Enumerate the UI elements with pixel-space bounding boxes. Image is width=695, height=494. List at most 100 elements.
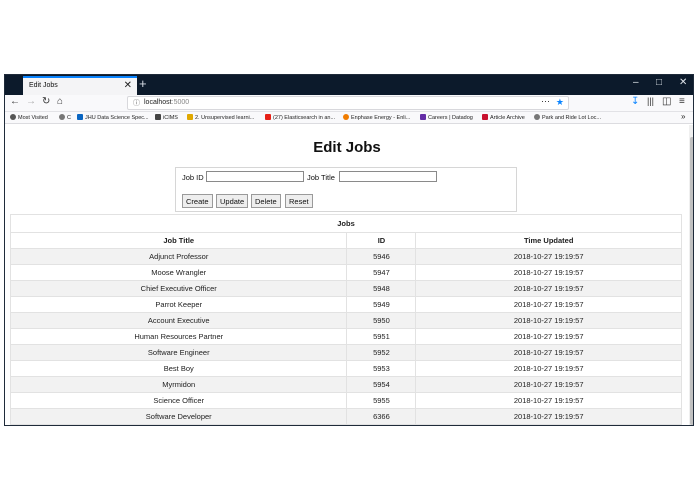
column-header-job-title[interactable]: Job Title [9,232,348,249]
downloads-icon[interactable]: ↧ [631,96,639,107]
table-row[interactable]: Best Boy 5953 2018-10-27 19:19:57 [9,360,682,377]
globe-icon [534,114,540,120]
maximize-icon[interactable]: □ [656,77,662,88]
reset-button[interactable]: Reset [285,194,313,208]
cell-time-updated: 2018-10-27 19:19:57 [415,392,682,409]
vertical-scrollbar[interactable] [689,125,693,425]
cell-id: 5950 [346,312,417,329]
cell-time-updated: 2018-10-27 19:19:57 [415,296,682,313]
tab-title: Edit Jobs [29,82,58,89]
page-title: Edit Jobs [313,139,381,156]
job-id-label: Job ID [182,173,204,182]
cell-id: 5946 [346,248,417,265]
bookmark-item[interactable]: JHU Data Science Spec... [77,114,149,121]
close-tab-icon[interactable]: ✕ [124,80,132,91]
jobs-table: Jobs Job Title ID Time Updated Adjunct P… [9,214,682,425]
close-window-icon[interactable]: ✕ [679,77,687,88]
table-caption: Jobs [10,214,682,233]
cell-job-title: Myrmidon [9,376,348,393]
cell-job-title: Chief Executive Officer [9,280,348,297]
bookmark-item[interactable]: Most Visited [10,114,48,121]
cell-id: 5947 [346,264,417,281]
table-row[interactable]: Software Engineer 5952 2018-10-27 19:19:57 [9,344,682,361]
bookmark-item[interactable]: (27) Elasticsearch in an... [265,114,335,121]
new-tab-icon[interactable]: + [139,76,147,91]
forward-icon[interactable]: → [26,96,36,107]
url-bar[interactable]: ⓘ localhost:5000 ⋯ ★ [127,96,569,110]
url-text: localhost:5000 [144,99,190,106]
navigation-bar: ← → ↻ ⌂ ⓘ localhost:5000 ⋯ ★ ↧ ||| ◫ ≡ [5,95,693,112]
tab-bar: Edit Jobs ✕ + – □ ✕ [5,75,693,95]
cell-job-title: Best Boy [9,360,348,377]
cell-id: 5951 [346,328,417,345]
archive-icon [482,114,488,120]
bookmark-item[interactable]: Article Archive [482,114,525,121]
update-button[interactable]: Update [216,194,249,208]
datadog-icon [420,114,426,120]
cell-id: 5949 [346,296,417,313]
delete-button[interactable]: Delete [251,194,281,208]
enphase-icon [343,114,349,120]
page-content: Edit Jobs Job ID Job Title Create Update… [5,125,689,425]
cell-time-updated: 2018-10-27 19:19:57 [415,328,682,345]
sidebar-icon[interactable]: ◫ [662,96,671,107]
cell-job-title: Parrot Keeper [9,296,348,313]
job-form: Job ID Job Title Create Update Delete Re… [175,167,517,212]
site-info-icon[interactable]: ⓘ [133,98,140,108]
column-header-time-updated[interactable]: Time Updated [415,232,682,249]
table-row[interactable]: Science Officer 5955 2018-10-27 19:19:57 [9,392,682,409]
table-row[interactable]: Moose Wrangler 5947 2018-10-27 19:19:57 [9,264,682,281]
table-row[interactable]: Human Resources Partner 5951 2018-10-27 19… [9,328,682,345]
page-actions-icon[interactable]: ⋯ [541,96,550,107]
bookmark-item[interactable]: Enphase Energy - Enli... [343,114,410,121]
bookmark-item[interactable]: C [59,114,71,121]
job-title-input[interactable] [339,171,437,182]
job-title-label: Job Title [307,173,335,182]
library-icon[interactable]: ||| [647,96,654,106]
cell-job-title: Human Resources Partner [9,328,348,345]
table-row[interactable]: Myrmidon 5954 2018-10-27 19:19:57 [9,376,682,393]
bookmarks-overflow-icon[interactable]: » [681,112,685,121]
bookmark-star-icon[interactable]: ★ [556,97,564,108]
minimize-icon[interactable]: – [633,77,639,88]
home-icon[interactable]: ⌂ [57,96,63,107]
bookmark-item[interactable]: 2. Unsupervised learni... [187,114,254,121]
cell-time-updated: 2018-10-27 19:19:57 [415,360,682,377]
cell-job-title: Software Engineer [9,344,348,361]
bookmark-item[interactable]: iCIMS [155,114,178,121]
cell-time-updated: 2018-10-27 19:19:57 [415,376,682,393]
back-icon[interactable]: ← [10,96,20,107]
table-row[interactable]: Software Developer 6366 2018-10-27 19:19:5… [9,408,682,425]
table-row[interactable]: Chief Executive Officer 5948 2018-10-27 19… [9,280,682,297]
tab-edit-jobs[interactable]: Edit Jobs ✕ [23,76,137,95]
cell-time-updated: 2018-10-27 19:19:57 [415,312,682,329]
cell-job-title: Adjunct Professor [9,248,348,265]
phone-icon [155,114,161,120]
scrollbar-thumb[interactable] [690,137,693,425]
bookmark-item[interactable]: Careers | Datadog [420,114,473,121]
job-id-input[interactable] [206,171,304,182]
cell-time-updated: 2018-10-27 19:19:57 [415,344,682,361]
screenshot-frame: Edit Jobs ✕ + – □ ✕ ← → ↻ ⌂ ⓘ localhost:… [0,0,695,494]
bookmarks-bar: Most Visited C JHU Data Science Spec... … [5,112,693,124]
menu-icon[interactable]: ≡ [679,96,685,107]
column-header-id[interactable]: ID [346,232,417,249]
gear-icon [10,114,16,120]
table-row[interactable]: Account Executive 5950 2018-10-27 19:19:57 [9,312,682,329]
table-row[interactable]: Parrot Keeper 5949 2018-10-27 19:19:57 [9,296,682,313]
youtube-icon [265,114,271,120]
cell-time-updated: 2018-10-27 19:19:57 [415,280,682,297]
cell-job-title: Account Executive [9,312,348,329]
create-button[interactable]: Create [182,194,213,208]
table-row[interactable]: Adjunct Professor 5946 2018-10-27 19:19:57 [9,248,682,265]
cell-job-title: Science Officer [9,392,348,409]
cell-id: 5952 [346,344,417,361]
cell-job-title: Software Developer [9,408,348,425]
bookmark-item[interactable]: Park and Ride Lot Loc... [534,114,601,121]
table-body: Adjunct Professor 5946 2018-10-27 19:19:57… [9,248,682,425]
reload-icon[interactable]: ↻ [42,96,50,107]
linkedin-icon [77,114,83,120]
browser-window: Edit Jobs ✕ + – □ ✕ ← → ↻ ⌂ ⓘ localhost:… [4,74,694,426]
globe-icon [59,114,65,120]
cell-time-updated: 2018-10-27 19:19:57 [415,408,682,425]
